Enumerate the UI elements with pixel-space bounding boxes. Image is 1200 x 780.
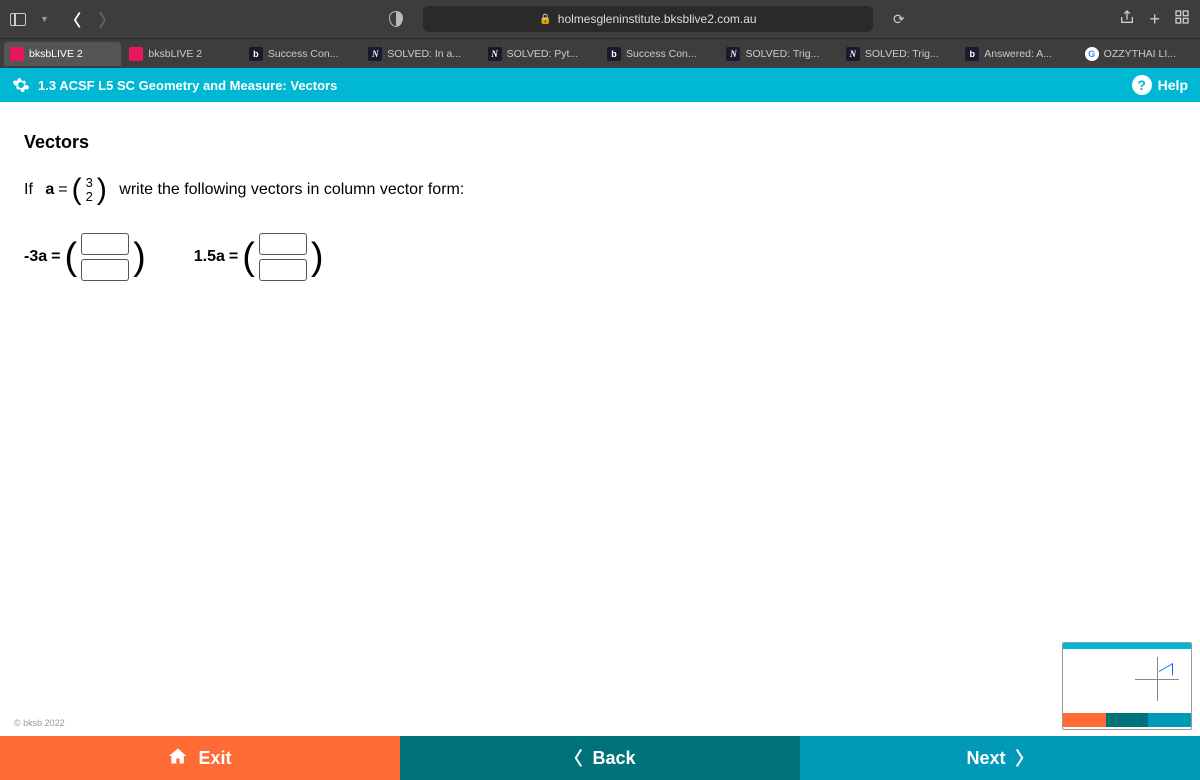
chevron-right-icon: 〉 — [1016, 745, 1034, 771]
toolbar-right: + — [1119, 9, 1190, 30]
favicon-icon — [10, 47, 24, 61]
favicon-icon — [129, 47, 143, 61]
answer-group-1: -3a = ( ) — [24, 233, 146, 281]
page-header: 1.3 ACSF L5 SC Geometry and Measure: Vec… — [0, 68, 1200, 102]
tab-4[interactable]: NSOLVED: Pyt... — [482, 42, 599, 66]
tab-9[interactable]: GOZZYTHAI LI... — [1079, 42, 1196, 66]
address-bar[interactable]: 🔒 holmesgleninstitute.bksblive2.com.au — [423, 6, 873, 32]
tab-0[interactable]: bksbLIVE 2 — [4, 42, 121, 66]
q1-label: -3a — [24, 248, 47, 266]
q2-label: 1.5a — [194, 248, 225, 266]
favicon-icon: b — [249, 47, 263, 61]
chevron-down-icon[interactable]: ▼ — [40, 14, 49, 24]
paren-right-icon: ) — [97, 175, 107, 205]
content-area: Vectors If a = ( 3 2 ) write the followi… — [0, 102, 1200, 736]
q1-input-top[interactable] — [81, 233, 129, 255]
sidebar-toggle-icon[interactable] — [10, 13, 26, 26]
favicon-icon: N — [368, 47, 382, 61]
tab-7[interactable]: NSOLVED: Trig... — [840, 42, 957, 66]
question-card: Vectors If a = ( 3 2 ) write the followi… — [0, 102, 1200, 736]
tab-strip: bksbLIVE 2 bksbLIVE 2 bSuccess Con... NS… — [0, 38, 1200, 68]
section-title: Vectors — [24, 132, 1176, 153]
paren-right-icon: ) — [133, 238, 146, 276]
q1-input-bottom[interactable] — [81, 259, 129, 281]
tab-overview-icon[interactable] — [1174, 9, 1190, 30]
favicon-icon: b — [965, 47, 979, 61]
tab-2[interactable]: bSuccess Con... — [243, 42, 360, 66]
shield-icon[interactable] — [389, 11, 403, 27]
tab-1[interactable]: bksbLIVE 2 — [123, 42, 240, 66]
url-text: holmesgleninstitute.bksblive2.com.au — [558, 12, 757, 26]
question-prompt: If a = ( 3 2 ) write the following vecto… — [24, 175, 1176, 205]
exit-button[interactable]: Exit — [0, 736, 400, 780]
back-button[interactable]: 〈 Back — [400, 736, 800, 780]
reload-icon[interactable]: ⟳ — [893, 11, 905, 28]
favicon-icon: N — [488, 47, 502, 61]
q2-input-bottom[interactable] — [259, 259, 307, 281]
paren-left-icon: ( — [72, 175, 82, 205]
tab-3[interactable]: NSOLVED: In a... — [362, 42, 479, 66]
paren-right-icon: ) — [311, 238, 324, 276]
home-icon — [168, 746, 188, 771]
bottom-nav: Exit 〈 Back Next 〉 — [0, 736, 1200, 780]
help-button[interactable]: ? Help — [1132, 75, 1188, 95]
help-icon: ? — [1132, 75, 1152, 95]
q2-input-top[interactable] — [259, 233, 307, 255]
vector-a: 3 2 — [86, 176, 93, 205]
paren-left-icon: ( — [64, 238, 77, 276]
q1-inputs — [81, 233, 129, 281]
gear-icon — [12, 76, 30, 94]
next-button[interactable]: Next 〉 — [800, 736, 1200, 780]
lock-icon: 🔒 — [539, 14, 551, 25]
paren-left-icon: ( — [242, 238, 255, 276]
favicon-icon: b — [607, 47, 621, 61]
tab-8[interactable]: bAnswered: A... — [959, 42, 1076, 66]
favicon-icon: N — [726, 47, 740, 61]
page-title: 1.3 ACSF L5 SC Geometry and Measure: Vec… — [38, 78, 337, 93]
answers-row: -3a = ( ) 1.5a = ( ) — [24, 233, 1176, 281]
answer-group-2: 1.5a = ( ) — [194, 233, 324, 281]
chevron-left-icon: 〈 — [564, 745, 582, 771]
favicon-icon: N — [846, 47, 860, 61]
toolbar-left: ▼ 〈 〉 — [10, 7, 117, 31]
share-icon[interactable] — [1119, 9, 1135, 30]
favicon-icon: G — [1085, 47, 1099, 61]
nav-forward-icon: 〉 — [97, 7, 117, 31]
new-tab-icon[interactable]: + — [1149, 9, 1160, 30]
browser-toolbar: ▼ 〈 〉 🔒 holmesgleninstitute.bksblive2.co… — [0, 0, 1200, 38]
tab-6[interactable]: NSOLVED: Trig... — [720, 42, 837, 66]
nav-back-icon[interactable]: 〈 — [63, 7, 83, 31]
tab-5[interactable]: bSuccess Con... — [601, 42, 718, 66]
q2-inputs — [259, 233, 307, 281]
page-thumbnail[interactable] — [1062, 642, 1192, 730]
copyright: © bksb 2022 — [14, 718, 65, 728]
